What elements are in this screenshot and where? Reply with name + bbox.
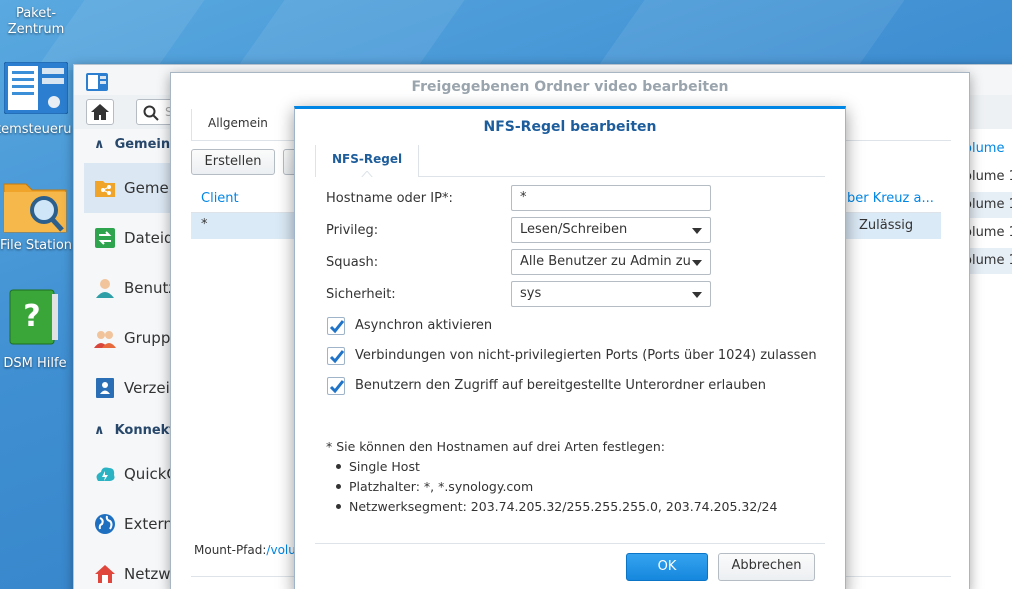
wallpaper-stripe — [595, 0, 905, 70]
wallpaper-stripe — [235, 0, 465, 70]
checkbox-label: Verbindungen von nicht-privilegierten Po… — [355, 348, 817, 363]
desktop-icon-package-center[interactable]: Paket- Zentrum — [0, 6, 76, 38]
mount-path-label: Mount-Pfad: — [194, 543, 267, 557]
group-icon — [94, 331, 116, 348]
control-panel-icon — [4, 62, 68, 114]
create-button[interactable]: Erstellen — [191, 149, 275, 175]
hostname-note-heading: * Sie können den Hostnamen auf drei Arte… — [326, 439, 665, 454]
chevron-up-icon: ∧ — [94, 137, 105, 152]
user-icon — [96, 279, 114, 298]
nonprivileged-ports-checkbox[interactable] — [327, 347, 345, 365]
tab-pointer-icon — [361, 171, 374, 178]
chevron-up-icon: ∧ — [94, 423, 105, 438]
folder-search-icon — [3, 183, 67, 233]
hostname-note-item: Platzhalter: *, *.synology.com — [326, 479, 533, 494]
desktop-icon-label: Zentrum — [7, 22, 65, 37]
bullet-icon — [336, 484, 341, 489]
share-icon — [95, 181, 115, 197]
home-icon — [91, 104, 109, 120]
search-icon — [143, 105, 159, 121]
nfs-rule-dialog: NFS-Regel bearbeiten NFS-Regel Hostname … — [294, 106, 846, 589]
tab-label: NFS-Regel — [332, 152, 403, 166]
divider — [315, 543, 825, 544]
checkmark-icon — [329, 320, 345, 334]
tab-nfs-rule[interactable]: NFS-Regel — [315, 145, 420, 178]
security-label: Sicherheit: — [326, 287, 396, 302]
sidebar-section-shared[interactable]: ∧ Gemeins — [94, 137, 178, 152]
bullet-icon — [336, 464, 341, 469]
squash-select[interactable]: Alle Benutzer zu Admin zu — [511, 249, 711, 275]
directory-icon — [96, 378, 114, 398]
network-house-icon — [95, 565, 115, 583]
desktop-icon-label: Paket- — [15, 6, 57, 21]
sidebar-item-label: Extern — [124, 515, 173, 533]
privilege-select[interactable]: Lesen/Schreiben — [511, 217, 711, 243]
mount-path-value: /volu — [266, 543, 296, 557]
column-cross-mount[interactable]: ber Kreuz a... — [847, 191, 934, 206]
help-book-icon: ? — [9, 289, 58, 345]
hostname-note-item: Netzwerksegment: 203.74.205.32/255.255.2… — [326, 499, 777, 514]
svg-text:?: ? — [23, 299, 40, 334]
cell-client: * — [201, 217, 208, 232]
checkbox-label: Benutzern den Zugriff auf bereitgestellt… — [355, 378, 766, 393]
mount-path: Mount-Pfad:/volu — [194, 543, 296, 557]
control-panel-app-icon — [86, 73, 108, 91]
desktop-icon-label: DSM Hilfe — [3, 356, 67, 371]
sidebar-item-label: QuickC — [124, 465, 177, 483]
tab-bar: NFS-Regel — [315, 145, 825, 178]
home-button[interactable] — [86, 99, 114, 125]
async-checkbox[interactable] — [327, 317, 345, 335]
ok-button[interactable]: OK — [626, 553, 708, 581]
hostname-input[interactable]: * — [511, 185, 711, 211]
tab-general[interactable]: Allgemein — [191, 109, 284, 141]
file-services-icon — [95, 228, 115, 248]
checkmark-icon — [329, 380, 345, 394]
desktop-icon-label: temsteueru — [0, 122, 72, 137]
hostname-label: Hostname oder IP*: — [326, 191, 453, 206]
dropdown-arrow-icon — [692, 228, 702, 234]
cancel-button[interactable]: Abbrechen — [718, 553, 815, 581]
quickconnect-icon — [96, 467, 115, 481]
dropdown-arrow-icon — [692, 260, 702, 266]
sidebar-item-label: Benutz — [124, 279, 177, 297]
subfolder-access-checkbox[interactable] — [327, 377, 345, 395]
hostname-note-item: Single Host — [326, 459, 420, 474]
security-select[interactable]: sys — [511, 281, 711, 307]
bullet-icon — [336, 504, 341, 509]
sidebar-section-connectivity[interactable]: ∧ Konnekt — [94, 423, 176, 438]
checkmark-icon — [329, 350, 345, 364]
dialog-title: NFS-Regel bearbeiten — [483, 119, 657, 135]
desktop-icon-label: File Station — [0, 238, 73, 253]
cell-cross-mount: Zulässig — [859, 218, 914, 233]
column-client[interactable]: Client — [201, 191, 239, 206]
security-value: sys — [520, 286, 542, 301]
checkbox-label: Asynchron aktivieren — [355, 318, 493, 333]
privilege-label: Privileg: — [326, 223, 379, 238]
squash-value: Alle Benutzer zu Admin zu — [520, 254, 691, 269]
privilege-value: Lesen/Schreiben — [520, 222, 628, 237]
squash-label: Squash: — [326, 255, 379, 270]
globe-icon — [95, 514, 115, 534]
dropdown-arrow-icon — [692, 292, 702, 298]
window-title: Freigegebenen Ordner video bearbeiten — [411, 79, 729, 95]
